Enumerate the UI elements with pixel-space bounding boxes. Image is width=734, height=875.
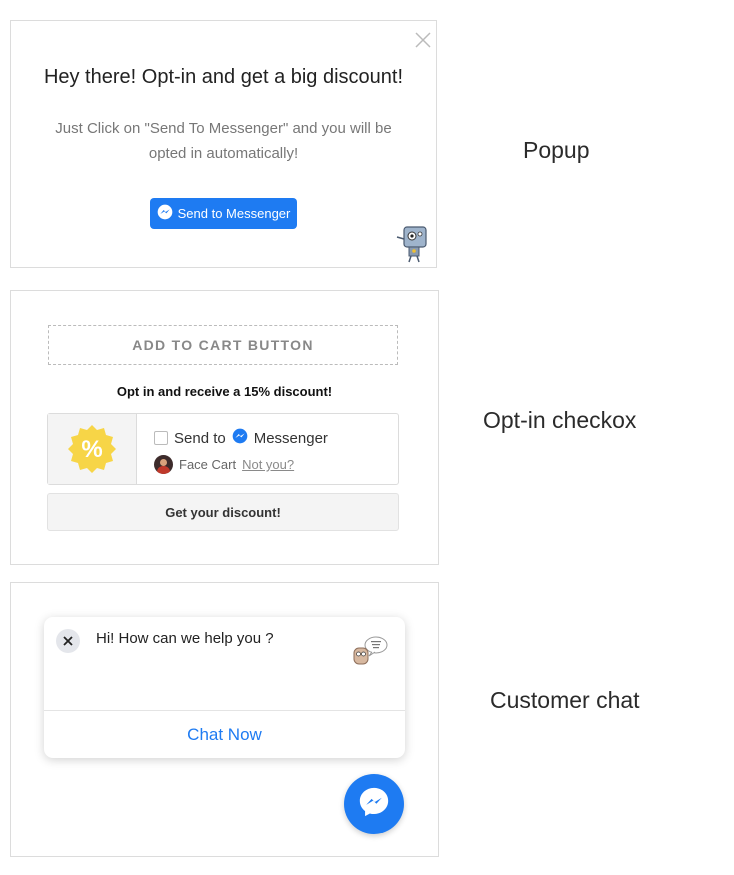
popup-side-label: Popup bbox=[523, 137, 590, 163]
not-you-link[interactable]: Not you? bbox=[242, 457, 294, 472]
user-name: Face Cart bbox=[179, 457, 237, 472]
optin-checkbox[interactable] bbox=[154, 431, 168, 445]
chat-now-button[interactable]: Chat Now bbox=[44, 711, 405, 758]
checkbox-side-label: Opt-in checkox bbox=[483, 407, 637, 433]
messenger-chat-button[interactable] bbox=[344, 774, 404, 834]
add-to-cart-button[interactable]: ADD TO CART BUTTON bbox=[48, 325, 398, 365]
popup-panel: Hey there! Opt-in and get a big discount… bbox=[10, 20, 437, 268]
optin-text: Opt in and receive a 15% discount! bbox=[116, 384, 333, 399]
optin-checkbox-panel: ADD TO CART BUTTON Opt in and receive a … bbox=[10, 290, 439, 565]
discount-badge-icon: % bbox=[67, 424, 117, 474]
close-icon[interactable] bbox=[56, 629, 80, 653]
close-icon[interactable] bbox=[414, 31, 432, 49]
send-to-messenger-button[interactable]: Send to Messenger bbox=[150, 198, 297, 229]
popup-title: Hey there! Opt-in and get a big discount… bbox=[43, 66, 404, 88]
send-to-label: Send to bbox=[174, 429, 226, 447]
robot-mascot-icon bbox=[394, 225, 430, 263]
chat-greeting: Hi! How can we help you ? bbox=[96, 630, 274, 647]
user-row: Face Cart Not you? bbox=[154, 455, 294, 474]
get-discount-button[interactable]: Get your discount! bbox=[47, 493, 399, 531]
customer-chat-panel: Hi! How can we help you ? Chat Now bbox=[10, 582, 439, 857]
chat-mascot-icon bbox=[352, 636, 388, 666]
popup-subtitle: Just Click on "Send To Messenger" and yo… bbox=[55, 120, 392, 162]
badge-symbol: % bbox=[81, 436, 102, 463]
messenger-checkbox-widget: % Send to Messenger Face Cart Not you? bbox=[47, 413, 399, 485]
send-to-messenger-row: Send to Messenger bbox=[154, 428, 328, 448]
user-avatar bbox=[154, 455, 173, 474]
chat-card: Hi! How can we help you ? Chat Now bbox=[44, 617, 405, 758]
send-to-messenger-label: Send to Messenger bbox=[177, 206, 291, 221]
messenger-icon bbox=[157, 204, 173, 223]
messenger-icon bbox=[232, 428, 248, 448]
messenger-label: Messenger bbox=[253, 429, 328, 447]
badge-cell: % bbox=[48, 414, 137, 484]
messenger-icon bbox=[357, 785, 391, 824]
chat-side-label: Customer chat bbox=[490, 687, 640, 713]
